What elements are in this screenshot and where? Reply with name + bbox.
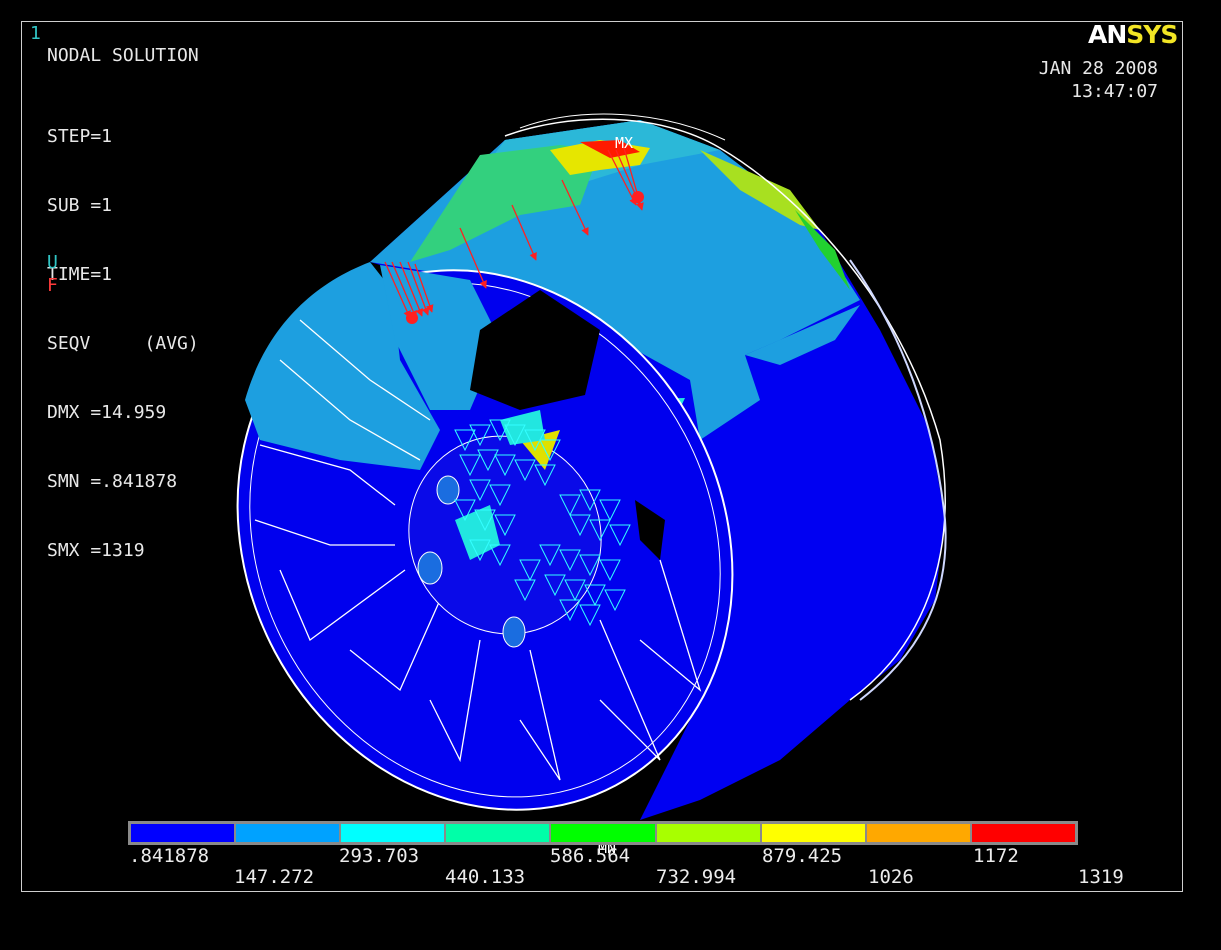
max-marker-label: MX [615, 134, 633, 152]
legend-label: 1026 [868, 866, 914, 888]
legend-label: 293.703 [339, 845, 420, 867]
contour-color-band [131, 824, 237, 842]
wheel-model-view[interactable]: MX MN [0, 0, 1221, 950]
contour-color-band [971, 824, 1075, 842]
legend-label: 732.994 [656, 866, 737, 888]
contour-color-band [446, 824, 552, 842]
contour-color-band [236, 824, 342, 842]
legend-label: .841878 [129, 845, 210, 867]
contour-color-band [341, 824, 447, 842]
legend-label: 1319 [1078, 866, 1124, 888]
legend-label: 879.425 [762, 845, 843, 867]
contour-legend-bar [128, 821, 1078, 845]
contour-color-band [866, 824, 972, 842]
legend-label: 586.564 [550, 845, 631, 867]
contour-color-band [656, 824, 762, 842]
legend-label: 440.133 [445, 866, 526, 888]
legend-label: 147.272 [234, 866, 315, 888]
contour-color-band [761, 824, 867, 842]
legend-label: 1172 [973, 845, 1019, 867]
contour-color-band [551, 824, 657, 842]
